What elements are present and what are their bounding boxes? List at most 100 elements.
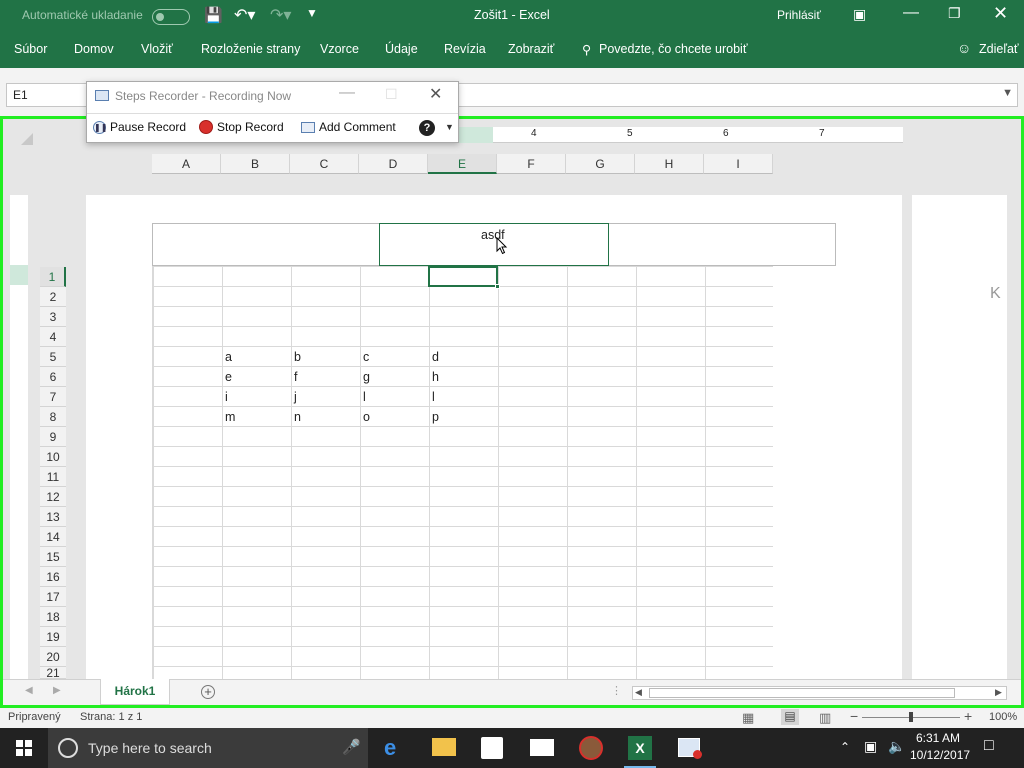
file-explorer-icon[interactable] bbox=[432, 738, 456, 756]
row-header[interactable]: 19 bbox=[40, 627, 66, 647]
cell-E6[interactable]: h bbox=[432, 370, 439, 384]
tab-view[interactable]: Zobraziť bbox=[508, 42, 554, 56]
sr-close-icon[interactable]: ✕ bbox=[429, 84, 442, 104]
tab-split-handle[interactable]: ⋮ bbox=[611, 684, 622, 697]
cell-E7[interactable]: l bbox=[432, 390, 435, 404]
row-header[interactable]: 17 bbox=[40, 587, 66, 607]
restore-icon[interactable]: ❐ bbox=[948, 5, 961, 22]
column-header-D[interactable]: D bbox=[359, 154, 428, 174]
page-break-view-icon[interactable]: ▥ bbox=[819, 710, 831, 726]
excel-icon[interactable]: X bbox=[628, 736, 652, 760]
redo-icon[interactable]: ↷▾ bbox=[270, 5, 291, 25]
row-header[interactable]: 14 bbox=[40, 527, 66, 547]
stop-record-button[interactable]: Stop Record bbox=[199, 120, 284, 134]
volume-icon[interactable]: 🔈 bbox=[888, 738, 905, 755]
cell-D5[interactable]: c bbox=[363, 350, 369, 364]
tab-data[interactable]: Údaje bbox=[385, 42, 418, 56]
row-header[interactable]: 7 bbox=[40, 387, 66, 407]
scroll-left-icon[interactable]: ◀ bbox=[635, 687, 642, 698]
next-sheet-icon[interactable]: ▶ bbox=[53, 685, 61, 696]
cell-E5[interactable]: d bbox=[432, 350, 439, 364]
name-box[interactable]: E1 bbox=[6, 83, 88, 107]
network-icon[interactable]: ▣ bbox=[864, 738, 877, 755]
app-icon[interactable] bbox=[579, 736, 603, 760]
cell-C8[interactable]: n bbox=[294, 410, 301, 424]
normal-view-icon[interactable]: ▦ bbox=[742, 710, 754, 726]
row-header[interactable]: 15 bbox=[40, 547, 66, 567]
row-header[interactable]: 16 bbox=[40, 567, 66, 587]
h-scroll-thumb[interactable] bbox=[649, 688, 955, 698]
zoom-in-icon[interactable]: + bbox=[964, 708, 972, 724]
steps-recorder-taskbar-icon[interactable] bbox=[678, 738, 702, 759]
zoom-level[interactable]: 100% bbox=[989, 711, 1017, 723]
cell-B8[interactable]: m bbox=[225, 410, 235, 424]
prev-sheet-icon[interactable]: ◀ bbox=[25, 685, 33, 696]
add-comment-button[interactable]: Add Comment bbox=[301, 120, 396, 134]
autosave-toggle[interactable] bbox=[152, 9, 190, 25]
scroll-right-icon[interactable]: ▶ bbox=[995, 687, 1002, 698]
taskbar-search-box[interactable]: Type here to search 🎤 bbox=[48, 728, 368, 768]
column-header-G[interactable]: G bbox=[566, 154, 635, 174]
show-hidden-icons[interactable]: ⌃ bbox=[840, 740, 850, 754]
column-header-E[interactable]: E bbox=[428, 154, 497, 174]
undo-icon[interactable]: ↶▾ bbox=[234, 5, 255, 25]
row-header[interactable]: 6 bbox=[40, 367, 66, 387]
column-header-C[interactable]: C bbox=[290, 154, 359, 174]
cell-C5[interactable]: b bbox=[294, 350, 301, 364]
edge-icon[interactable]: e bbox=[384, 736, 408, 760]
ribbon-display-icon[interactable]: ▣ bbox=[853, 6, 866, 23]
tell-me-box[interactable]: Povedzte, čo chcete urobiť bbox=[599, 42, 748, 56]
microphone-icon[interactable]: 🎤 bbox=[342, 738, 361, 756]
zoom-slider-thumb[interactable] bbox=[909, 712, 913, 722]
row-header[interactable]: 3 bbox=[40, 307, 66, 327]
tab-insert[interactable]: Vložiť bbox=[141, 42, 173, 56]
cell-B7[interactable]: i bbox=[225, 390, 228, 404]
column-header-H[interactable]: H bbox=[635, 154, 704, 174]
share-button[interactable]: Zdieľať bbox=[979, 42, 1019, 56]
action-center-icon[interactable]: □ bbox=[984, 737, 994, 755]
zoom-out-icon[interactable]: − bbox=[850, 708, 858, 724]
clock-date[interactable]: 10/12/2017 bbox=[910, 748, 970, 762]
expand-formula-icon[interactable]: ▼ bbox=[1002, 87, 1013, 99]
mail-icon[interactable] bbox=[530, 739, 554, 756]
row-header[interactable]: 11 bbox=[40, 467, 66, 487]
store-icon[interactable] bbox=[481, 737, 503, 759]
row-header[interactable]: 1 bbox=[40, 267, 66, 287]
cell-D6[interactable]: g bbox=[363, 370, 370, 384]
row-header[interactable]: 2 bbox=[40, 287, 66, 307]
pause-record-button[interactable]: ❚❚ Pause Record bbox=[93, 120, 186, 134]
row-header[interactable]: 12 bbox=[40, 487, 66, 507]
cell-D7[interactable]: l bbox=[363, 390, 366, 404]
cell-C7[interactable]: j bbox=[294, 390, 297, 404]
windows-start-icon[interactable] bbox=[16, 740, 32, 756]
fill-handle[interactable] bbox=[495, 284, 500, 289]
steps-recorder-window[interactable]: Steps Recorder - Recording Now — ☐ ✕ ❚❚ … bbox=[86, 81, 459, 143]
tab-page-layout[interactable]: Rozloženie strany bbox=[201, 42, 300, 56]
row-header[interactable]: 20 bbox=[40, 647, 66, 667]
cell-C6[interactable]: f bbox=[294, 370, 297, 384]
tab-file[interactable]: Súbor bbox=[14, 42, 47, 56]
row-header[interactable]: 9 bbox=[40, 427, 66, 447]
row-header[interactable]: 10 bbox=[40, 447, 66, 467]
tab-review[interactable]: Revízia bbox=[444, 42, 486, 56]
formula-input[interactable]: ▼ bbox=[458, 83, 1018, 107]
minimize-icon[interactable]: — bbox=[903, 4, 919, 22]
new-sheet-icon[interactable]: + bbox=[201, 685, 215, 699]
selected-cell-E1[interactable] bbox=[428, 266, 500, 289]
row-header[interactable]: 13 bbox=[40, 507, 66, 527]
zoom-slider[interactable] bbox=[862, 712, 960, 722]
cell-B6[interactable]: e bbox=[225, 370, 232, 384]
row-header[interactable]: 18 bbox=[40, 607, 66, 627]
signin-link[interactable]: Prihlásiť bbox=[777, 8, 821, 22]
sr-minimize-icon[interactable]: — bbox=[339, 84, 355, 102]
save-icon[interactable]: 💾 bbox=[204, 6, 223, 24]
column-header-I[interactable]: I bbox=[704, 154, 773, 174]
tab-home[interactable]: Domov bbox=[74, 42, 114, 56]
steps-recorder-titlebar[interactable]: Steps Recorder - Recording Now — ☐ ✕ bbox=[87, 82, 458, 110]
clock-time[interactable]: 6:31 AM bbox=[916, 731, 960, 745]
cell-B5[interactable]: a bbox=[225, 350, 232, 364]
sheet-tab-harok1[interactable]: Hárok1 bbox=[100, 679, 170, 705]
page-layout-view-icon[interactable]: ▤ bbox=[781, 709, 799, 725]
horizontal-scrollbar[interactable]: ◀ ▶ bbox=[632, 686, 1007, 700]
page-header-center[interactable]: asdf bbox=[379, 223, 609, 266]
